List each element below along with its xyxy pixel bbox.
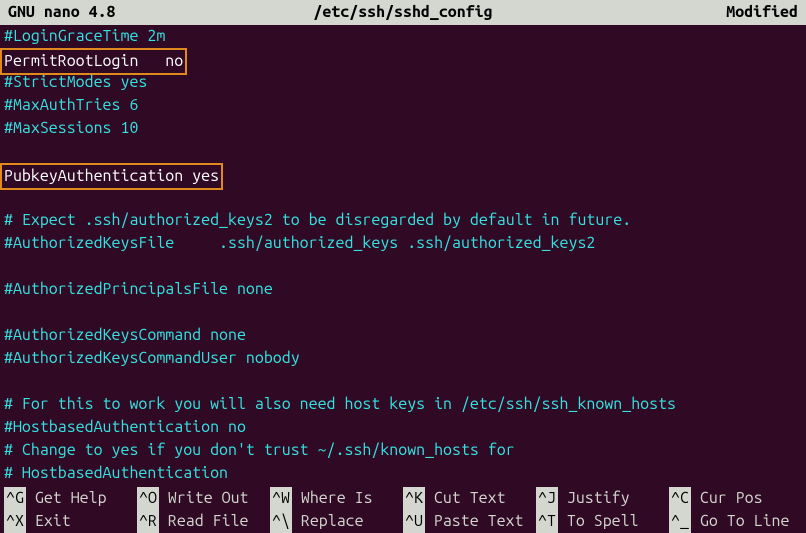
blank-line <box>4 370 802 393</box>
config-line: #StrictModes yes <box>4 71 802 94</box>
shortcut-paste-text[interactable]: ^U Paste Text <box>403 510 536 533</box>
shortcut-cut-text[interactable]: ^K Cut Text <box>403 487 536 510</box>
shortcuts-row-1: ^G Get Help ^O Write Out ^W Where Is ^K … <box>4 487 802 510</box>
config-line: #MaxSessions 10 <box>4 117 802 140</box>
blank-line <box>4 140 802 163</box>
shortcut-exit[interactable]: ^X Exit <box>4 510 137 533</box>
highlighted-pubkey-auth: PubkeyAuthentication yes <box>0 163 223 190</box>
config-line: # For this to work you will also need ho… <box>4 393 802 416</box>
modified-status: Modified <box>535 1 798 24</box>
shortcut-go-to-line[interactable]: ^_ Go To Line <box>669 510 802 533</box>
config-line: #AuthorizedPrincipalsFile none <box>4 278 802 301</box>
config-line: # Expect .ssh/authorized_keys2 to be dis… <box>4 209 802 232</box>
shortcut-write-out[interactable]: ^O Write Out <box>137 487 270 510</box>
blank-line <box>4 301 802 324</box>
config-line: #MaxAuthTries 6 <box>4 94 802 117</box>
config-line: # Change to yes if you don't trust ~/.ss… <box>4 439 802 462</box>
config-line: #AuthorizedKeysCommand none <box>4 324 802 347</box>
editor-area[interactable]: #LoginGraceTime 2m PermitRootLogin no #S… <box>0 25 806 485</box>
file-path: /etc/ssh/sshd_config <box>271 1 534 24</box>
config-line: #HostbasedAuthentication no <box>4 416 802 439</box>
app-name: GNU nano 4.8 <box>8 1 271 24</box>
config-line: #AuthorizedKeysFile .ssh/authorized_keys… <box>4 232 802 255</box>
blank-line <box>4 255 802 278</box>
shortcut-replace[interactable]: ^\ Replace <box>270 510 403 533</box>
config-line: # HostbasedAuthentication <box>4 462 802 485</box>
shortcuts-footer: ^G Get Help ^O Write Out ^W Where Is ^K … <box>0 487 806 533</box>
titlebar: GNU nano 4.8 /etc/ssh/sshd_config Modifi… <box>0 0 806 25</box>
shortcut-to-spell[interactable]: ^T To Spell <box>536 510 669 533</box>
shortcut-get-help[interactable]: ^G Get Help <box>4 487 137 510</box>
shortcut-cur-pos[interactable]: ^C Cur Pos <box>669 487 802 510</box>
shortcut-justify[interactable]: ^J Justify <box>536 487 669 510</box>
shortcut-where-is[interactable]: ^W Where Is <box>270 487 403 510</box>
shortcut-read-file[interactable]: ^R Read File <box>137 510 270 533</box>
config-line: #AuthorizedKeysCommandUser nobody <box>4 347 802 370</box>
shortcuts-row-2: ^X Exit ^R Read File ^\ Replace ^U Paste… <box>4 510 802 533</box>
config-line: #LoginGraceTime 2m <box>4 25 802 48</box>
